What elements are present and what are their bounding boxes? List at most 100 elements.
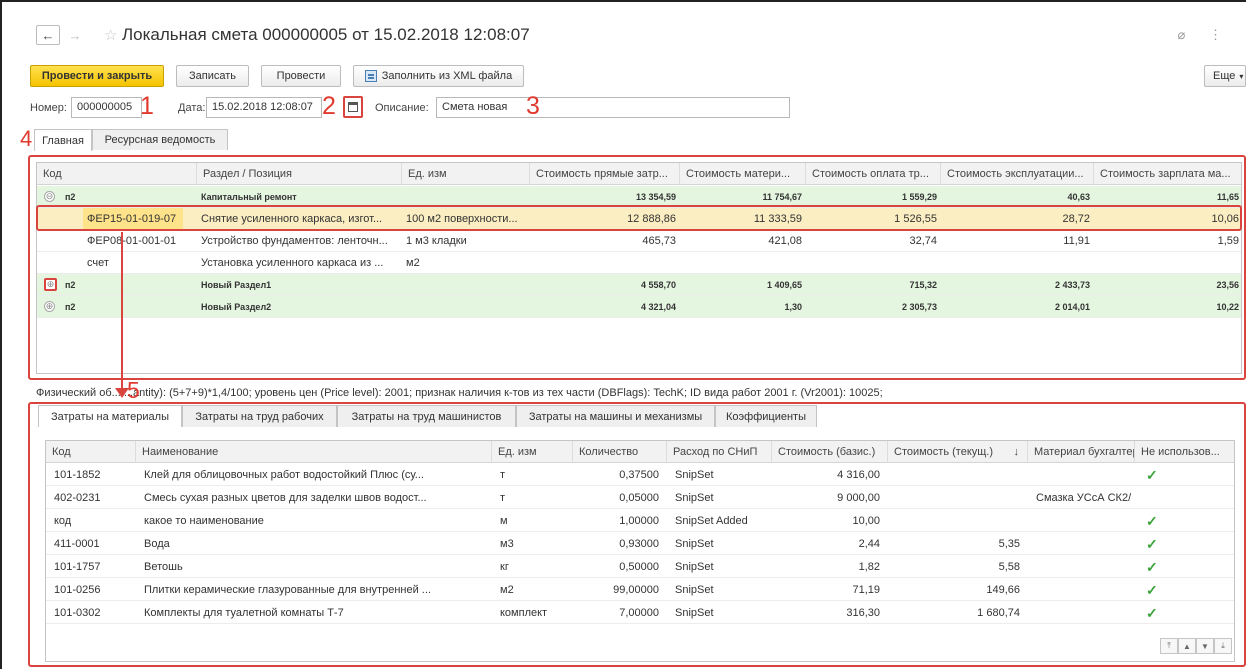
sort-down-icon: ↓ <box>1013 446 1020 458</box>
checkmark-icon[interactable]: ✓ <box>1142 533 1172 555</box>
chevron-down-icon: ▾ <box>1239 71 1244 81</box>
col-header-materials-cost[interactable]: Стоимость матери... <box>680 163 806 185</box>
col-header-unit[interactable]: Ед. изм <box>402 163 530 185</box>
grid-scroll-controls: ⤒ ▲ ▼ ⤓ <box>1160 638 1232 654</box>
cell-norm: SnipSet <box>675 469 714 481</box>
cell-norm: SnipSet <box>675 607 714 619</box>
row-direct: 465,73 <box>642 235 676 247</box>
col-header-base-cost[interactable]: Стоимость (базис.) <box>772 441 888 463</box>
scroll-down-icon[interactable]: ▼ <box>1196 638 1214 654</box>
table-row[interactable]: ФЕР08-01-001-01 Устройство фундаментов: … <box>37 230 1241 252</box>
row-materials: 1,30 <box>784 302 802 312</box>
row-name: Новый Раздел1 <box>201 280 272 290</box>
table-row[interactable]: 101-0302 Комплекты для туалетной комнаты … <box>46 602 1234 624</box>
table-row[interactable]: 411-0001 Вода м3 0,93000 SnipSet 2,44 5,35 ✓ <box>46 533 1234 555</box>
col-header-code[interactable]: Код <box>37 163 197 185</box>
col-header-norm[interactable]: Расход по СНиП <box>667 441 772 463</box>
col-header-quantity[interactable]: Количество <box>573 441 667 463</box>
scroll-up-icon[interactable]: ▲ <box>1178 638 1196 654</box>
table-row[interactable]: 101-1757 Ветошь кг 0,50000 SnipSet 1,82 5,58 ✓ <box>46 556 1234 578</box>
materials-grid[interactable]: Код Наименование Ед. изм Количество Расх… <box>45 440 1235 662</box>
row-operation: 2 433,73 <box>1054 280 1090 290</box>
cell-name: Смесь сухая разных цветов для заделки шв… <box>144 492 427 504</box>
table-row[interactable]: счет Установка усиленного каркаса из ...… <box>37 252 1241 274</box>
save-button[interactable]: Записать <box>176 65 249 87</box>
cell-unit: комплект <box>500 607 548 619</box>
tab-machines[interactable]: Затраты на машины и механизмы <box>516 405 715 427</box>
col-header-name[interactable]: Наименование <box>136 441 492 463</box>
cell-qty: 99,00000 <box>613 584 659 596</box>
cell-unit: кг <box>500 561 509 573</box>
row-name: Установка усиленного каркаса из ... <box>201 257 384 269</box>
more-button[interactable]: Еще ▾ <box>1204 65 1246 87</box>
expand-icon[interactable]: ⊕ <box>44 278 57 291</box>
back-button[interactable]: ← <box>36 25 60 45</box>
table-row[interactable]: ⊕ п2 Новый Раздел2 4 321,04 1,30 2 305,7… <box>37 296 1241 318</box>
col-header-salary-cost[interactable]: Стоимость зарплата ма... <box>1094 163 1241 185</box>
estimate-grid[interactable]: Код Раздел / Позиция Ед. изм Стоимость п… <box>36 162 1242 374</box>
tab-workers-labor[interactable]: Затраты на труд рабочих <box>182 405 337 427</box>
tab-main[interactable]: Главная <box>34 129 92 151</box>
col-header-unit[interactable]: Ед. изм <box>492 441 573 463</box>
link-and-menu-icons[interactable]: ⌀ ⋮ <box>1178 27 1232 43</box>
cell-code: код <box>54 515 72 527</box>
col-header-unused[interactable]: Не использов... <box>1135 441 1234 463</box>
table-row[interactable]: 402-0231 Смесь сухая разных цветов для за… <box>46 487 1234 509</box>
more-label: Еще <box>1213 70 1236 82</box>
forward-button[interactable]: → <box>63 25 87 45</box>
tab-materials-cost[interactable]: Затраты на материалы <box>38 405 182 427</box>
cell-code: 402-0231 <box>54 492 101 504</box>
row-info-line: Физический об... ...antity): (5+7+9)*1,4… <box>36 387 883 399</box>
scroll-to-bottom-icon[interactable]: ⤓ <box>1214 638 1232 654</box>
row-operation: 2 014,01 <box>1054 302 1090 312</box>
back-arrow-icon: ← <box>41 27 55 43</box>
col-header-operation-cost[interactable]: Стоимость эксплуатации... <box>941 163 1094 185</box>
row-materials: 421,08 <box>768 235 802 247</box>
col-header-direct-cost[interactable]: Стоимость прямые затр... <box>530 163 680 185</box>
tab-operators-labor[interactable]: Затраты на труд машинистов <box>337 405 516 427</box>
row-labor: 715,32 <box>909 280 937 290</box>
materials-grid-header: Код Наименование Ед. изм Количество Расх… <box>46 441 1234 463</box>
cell-account <box>1032 556 1131 578</box>
row-labor: 32,74 <box>909 235 937 247</box>
date-field[interactable]: 15.02.2018 12:08:07 <box>206 97 322 118</box>
favorite-star-icon[interactable]: ☆ <box>104 26 117 44</box>
table-row[interactable]: 101-1852 Клей для облицовочных работ водо… <box>46 464 1234 486</box>
collapse-icon[interactable]: ⊖ <box>44 191 55 202</box>
post-button[interactable]: Провести <box>261 65 341 87</box>
col-header-labor-cost[interactable]: Стоимость оплата тр... <box>806 163 941 185</box>
annotation-4: 4 <box>20 126 33 151</box>
expand-icon[interactable]: ⊕ <box>44 301 55 312</box>
calendar-button[interactable] <box>343 96 363 118</box>
col-header-accounting-material[interactable]: Материал бухгалтерия <box>1028 441 1135 463</box>
row-unit: 1 м3 кладки <box>406 235 467 247</box>
cell-qty: 1,00000 <box>619 515 659 527</box>
scroll-to-top-icon[interactable]: ⤒ <box>1160 638 1178 654</box>
checkmark-icon[interactable]: ✓ <box>1142 602 1172 624</box>
post-and-close-button[interactable]: Провести и закрыть <box>30 65 164 87</box>
table-row[interactable]: код какое то наименование м 1,00000 SnipSet … <box>46 510 1234 532</box>
cell-norm: SnipSet Added <box>675 515 748 527</box>
tab-resource-sheet[interactable]: Ресурсная ведомость <box>92 129 228 150</box>
checkmark-icon[interactable]: ✓ <box>1142 556 1172 578</box>
fill-from-xml-button[interactable]: Заполнить из XML файла <box>353 65 524 87</box>
cell-account <box>1032 533 1131 555</box>
row-unit: м2 <box>406 257 420 269</box>
col-header-current-cost[interactable]: Стоимость (текущ.) ↓ <box>888 441 1028 463</box>
col-header-code[interactable]: Код <box>46 441 136 463</box>
table-row[interactable]: 101-0256 Плитки керамические глазурованны… <box>46 579 1234 601</box>
number-field[interactable]: 000000005 <box>71 97 142 118</box>
checkmark-icon[interactable]: ✓ <box>1142 464 1172 486</box>
number-label: Номер: <box>30 102 67 114</box>
annotation-5: 5 <box>127 377 140 403</box>
window-frame-top <box>0 0 1246 2</box>
forward-arrow-icon: → <box>68 27 82 43</box>
checkmark-icon[interactable]: ✓ <box>1142 579 1172 601</box>
table-row[interactable]: ⊕ п2 Новый Раздел1 4 558,70 1 409,65 715… <box>37 274 1241 296</box>
col-header-section[interactable]: Раздел / Позиция <box>197 163 402 185</box>
cell-code: 101-0302 <box>54 607 101 619</box>
description-field[interactable]: Смета новая <box>436 97 790 118</box>
checkmark-icon[interactable]: ✓ <box>1142 510 1172 532</box>
tab-coefficients[interactable]: Коэффициенты <box>715 405 817 427</box>
cell-account <box>1032 579 1131 601</box>
